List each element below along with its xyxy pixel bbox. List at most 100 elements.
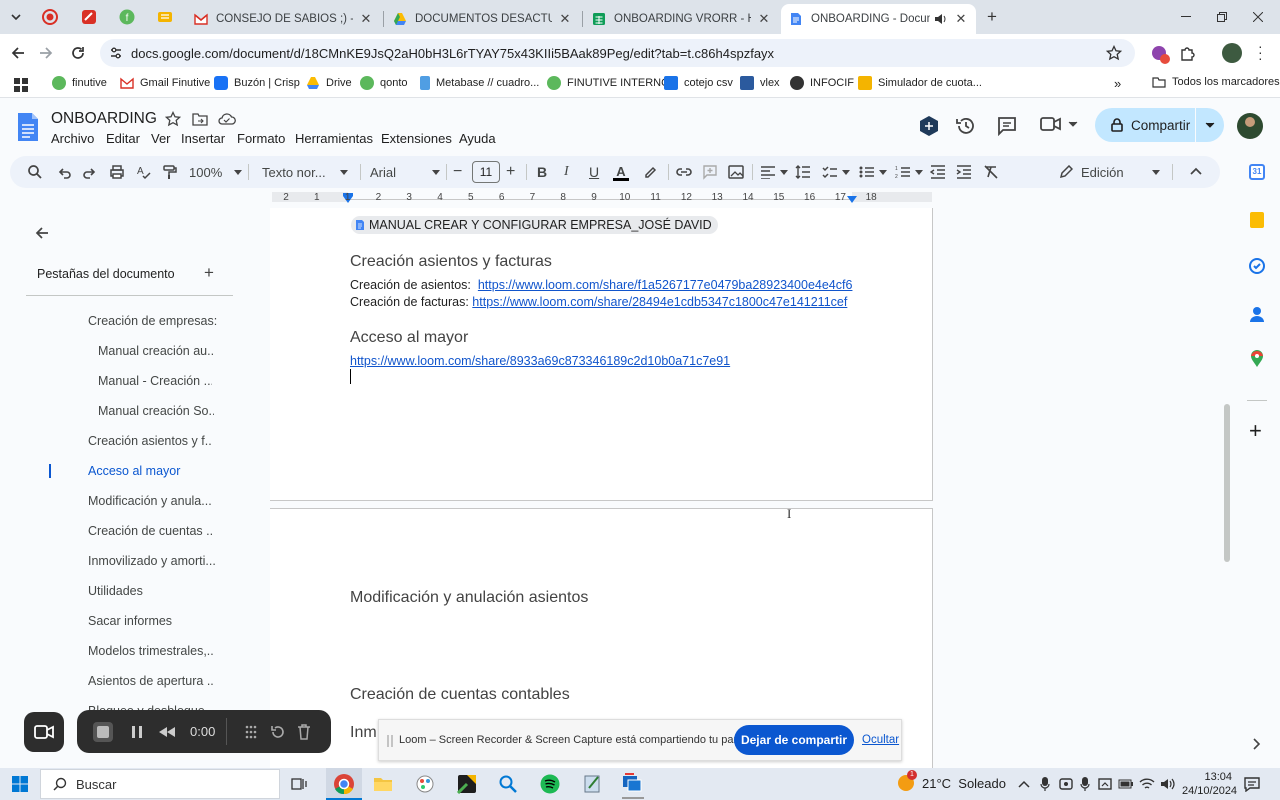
undo-icon[interactable]: [57, 165, 71, 179]
volume-icon[interactable]: [1160, 777, 1176, 791]
search-app-icon[interactable]: [499, 775, 517, 793]
trash-icon[interactable]: [297, 724, 311, 740]
insert-image-icon[interactable]: [728, 164, 744, 180]
remote-app-icon[interactable]: [622, 773, 642, 793]
decrease-font-size-button[interactable]: −: [453, 156, 462, 188]
browser-tab[interactable]: DOCUMENTOS DESACTUALIZADOS ✕: [385, 4, 580, 34]
sticky-app-icon[interactable]: [457, 774, 477, 794]
gemini-hex-icon[interactable]: [918, 115, 940, 137]
rewind-icon[interactable]: [159, 727, 175, 737]
file-explorer-icon[interactable]: [373, 775, 393, 793]
search-menus-icon[interactable]: [28, 165, 42, 179]
sidebar-item[interactable]: Modificación y anula...: [88, 494, 212, 508]
bookmark-qonto[interactable]: qonto: [360, 76, 408, 90]
bookmark-simulador[interactable]: Simulador de cuota...: [858, 76, 982, 90]
document-title[interactable]: ONBOARDING: [51, 110, 157, 128]
share-button[interactable]: Compartir: [1095, 108, 1195, 142]
pinned-tab-4[interactable]: [156, 8, 174, 26]
sidebar-item[interactable]: Modelos trimestrales,...: [88, 644, 214, 658]
bookmark-finutive-interno[interactable]: FINUTIVE INTERNO: [547, 76, 670, 90]
stop-sharing-button[interactable]: Dejar de compartir: [734, 725, 854, 755]
increase-indent-icon[interactable]: [956, 165, 972, 179]
bookmark-infocif[interactable]: INFOCIF: [790, 76, 854, 90]
drag-handle-icon[interactable]: [387, 735, 393, 747]
right-indent-marker[interactable]: [847, 196, 857, 203]
bookmarks-overflow-button[interactable]: »: [1114, 76, 1121, 91]
back-icon[interactable]: [10, 45, 26, 61]
hide-button[interactable]: Ocultar: [862, 734, 899, 746]
menu-archivo[interactable]: Archivo: [51, 131, 94, 146]
document-page[interactable]: MANUAL CREAR Y CONFIGURAR EMPRESA_JOSÉ D…: [270, 208, 933, 501]
notifications-icon[interactable]: [1244, 776, 1260, 792]
add-tab-button[interactable]: +: [204, 263, 214, 283]
editing-mode-select[interactable]: Edición: [1059, 156, 1160, 188]
close-icon[interactable]: ✕: [757, 11, 771, 27]
battery-icon[interactable]: [1118, 779, 1134, 789]
weather-widget[interactable]: 1 21°C Soleado: [898, 770, 1006, 791]
bookmark-drive[interactable]: Drive: [306, 76, 352, 90]
line-spacing-icon[interactable]: [795, 165, 811, 179]
sidebar-item[interactable]: Utilidades: [88, 584, 218, 598]
bookmark-vlex[interactable]: vlex: [740, 76, 780, 90]
browser-tab-active[interactable]: ONBOARDING - Documentos ✕: [781, 4, 976, 34]
sidebar-item[interactable]: Manual creación So...: [98, 404, 214, 418]
all-bookmarks[interactable]: Todos los marcadores: [1152, 76, 1280, 88]
task-view-icon[interactable]: [291, 776, 307, 792]
bulleted-list-select[interactable]: [859, 156, 887, 188]
menu-extensiones[interactable]: Extensiones: [381, 131, 452, 146]
close-window-button[interactable]: [1236, 0, 1280, 34]
spellcheck-icon[interactable]: A: [136, 164, 152, 180]
sidebar-item[interactable]: Creación de cuentas ...: [88, 524, 212, 538]
new-tab-button[interactable]: +: [983, 8, 1001, 26]
tasks-icon[interactable]: [1249, 258, 1265, 274]
underline-button[interactable]: U: [589, 156, 599, 188]
sidebar-item[interactable]: Inmovilizado y amorti...: [88, 554, 216, 568]
restart-icon[interactable]: [271, 725, 285, 739]
sidebar-item[interactable]: Creación de empresas:: [88, 314, 218, 328]
site-info-icon[interactable]: [109, 46, 123, 60]
maps-icon[interactable]: [1250, 350, 1264, 368]
bookmark-finutive[interactable]: finutive: [52, 76, 107, 90]
account-avatar[interactable]: [1237, 113, 1263, 139]
menu-editar[interactable]: Editar: [106, 131, 140, 146]
bookmark-star-icon[interactable]: [1106, 45, 1122, 61]
menu-formato[interactable]: Formato: [237, 131, 285, 146]
stop-recording-button[interactable]: [93, 722, 113, 742]
browser-tab[interactable]: ONBOARDING VRORR - Hojas de cálculo ✕: [584, 4, 779, 34]
comments-icon[interactable]: [997, 116, 1017, 136]
close-icon[interactable]: ✕: [359, 11, 373, 27]
checklist-select[interactable]: [822, 156, 850, 188]
bookmark-gmail[interactable]: Gmail Finutive: [120, 76, 210, 90]
menu-ayuda[interactable]: Ayuda: [459, 131, 496, 146]
back-arrow-icon[interactable]: [34, 225, 50, 241]
tab-search-button[interactable]: [6, 8, 26, 26]
document-chip[interactable]: MANUAL CREAR Y CONFIGURAR EMPRESA_JOSÉ D…: [351, 216, 718, 234]
more-icon[interactable]: · · ·: [1258, 39, 1263, 65]
move-folder-icon[interactable]: [192, 112, 208, 126]
menu-ver[interactable]: Ver: [151, 131, 171, 146]
version-history-icon[interactable]: [955, 115, 977, 137]
star-icon[interactable]: [165, 111, 181, 127]
facturas-link[interactable]: https://www.loom.com/share/28494e1cdb534…: [472, 295, 847, 309]
paragraph-style-select[interactable]: Texto nor...: [262, 156, 348, 188]
align-select[interactable]: [760, 156, 788, 188]
wifi-icon[interactable]: [1139, 777, 1155, 791]
increase-font-size-button[interactable]: +: [506, 156, 515, 188]
insert-link-icon[interactable]: [675, 165, 693, 179]
add-comment-icon[interactable]: [702, 164, 718, 180]
zoom-select[interactable]: 100%: [189, 156, 243, 188]
docs-logo-icon[interactable]: [17, 112, 39, 142]
drag-handle-icon[interactable]: [245, 725, 257, 739]
asientos-link[interactable]: https://www.loom.com/share/f1a5267177e04…: [478, 278, 853, 292]
chevron-up-icon[interactable]: [1018, 780, 1030, 788]
highlight-icon[interactable]: [642, 164, 658, 180]
bold-button[interactable]: B: [537, 156, 547, 188]
sidebar-item-active[interactable]: Acceso al mayor: [88, 464, 218, 478]
mayor-link[interactable]: https://www.loom.com/share/8933a69c87334…: [350, 354, 730, 368]
menu-insertar[interactable]: Insertar: [181, 131, 225, 146]
browser-tab[interactable]: CONSEJO DE SABIOS ;) - Chat ✕: [186, 4, 381, 34]
document-scrollbar[interactable]: [1224, 404, 1230, 562]
bookmark-crisp[interactable]: Buzón | Crisp: [214, 76, 300, 90]
keep-icon[interactable]: [1250, 212, 1264, 228]
pinned-tab-2[interactable]: [80, 8, 98, 26]
